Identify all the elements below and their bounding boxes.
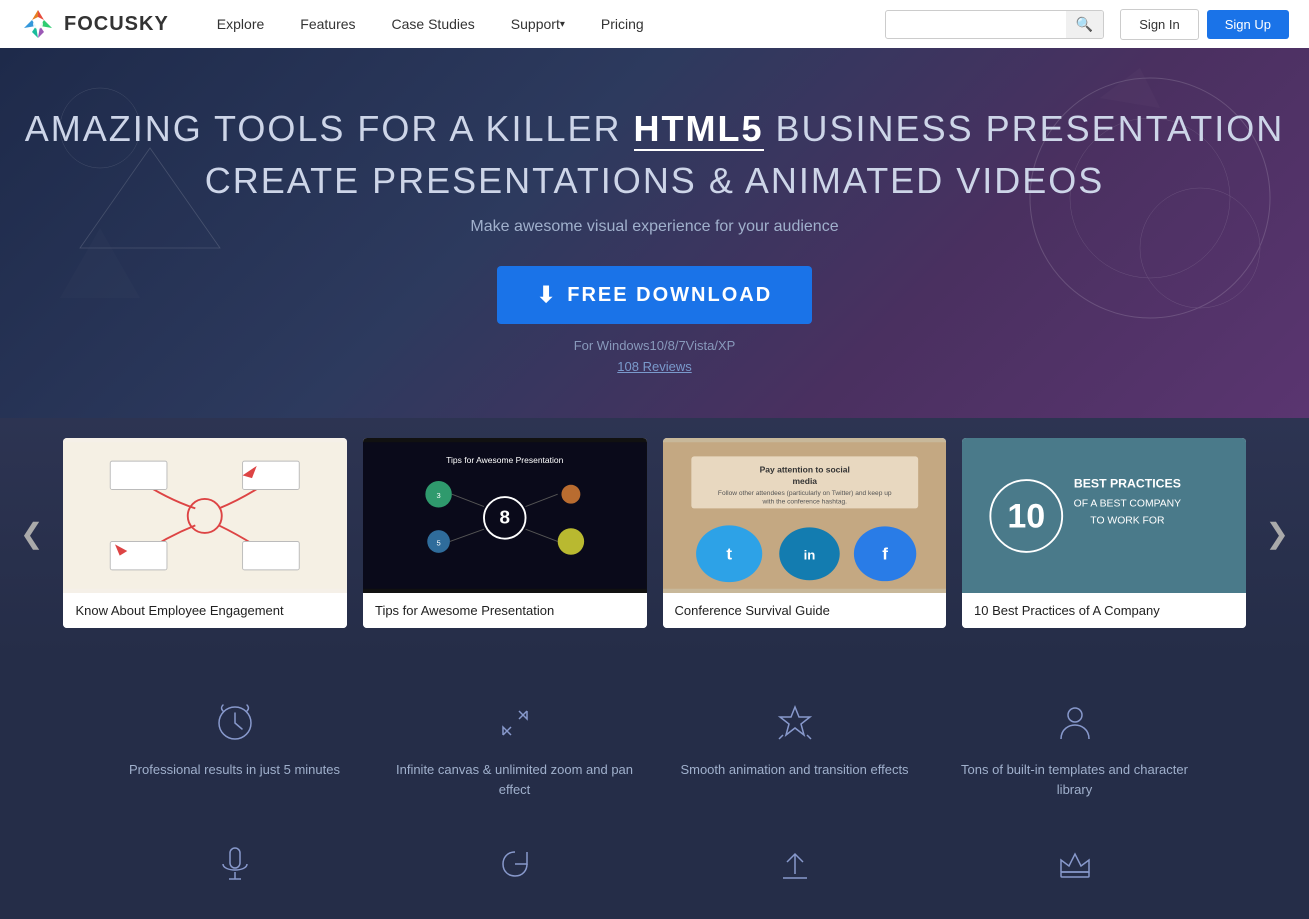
signin-button[interactable]: Sign In xyxy=(1120,9,1198,40)
mic-icon xyxy=(115,839,355,889)
navbar: FOCUSKY Explore Features Case Studies Su… xyxy=(0,0,1309,48)
nav-pricing[interactable]: Pricing xyxy=(583,0,662,48)
logo[interactable]: FOCUSKY xyxy=(20,6,169,42)
clock-icon xyxy=(115,698,355,748)
features-row2 xyxy=(105,829,1205,899)
nav-features[interactable]: Features xyxy=(282,0,373,48)
card-image: 10 BEST PRACTICES OF A BEST COMPANY TO W… xyxy=(962,438,1246,593)
star-icon xyxy=(675,698,915,748)
card-image: Tips for Awesome Presentation 8 3 5 xyxy=(363,438,647,593)
feature-item-crown xyxy=(945,829,1205,899)
carousel-card[interactable]: Know About Employee Engagement xyxy=(63,438,347,628)
card-title: 10 Best Practices of A Company xyxy=(962,593,1246,628)
carousel-card[interactable]: Pay attention to social media Follow oth… xyxy=(663,438,947,628)
feature-item: Tons of built-in templates and character… xyxy=(945,688,1205,809)
hero-description: Make awesome visual experience for your … xyxy=(20,218,1289,236)
hero-section: AMAZING TOOLS FOR A KILLER HTML5 BUSINES… xyxy=(0,48,1309,418)
svg-text:Pay attention to social: Pay attention to social xyxy=(759,465,849,475)
svg-text:BEST PRACTICES: BEST PRACTICES xyxy=(1074,477,1181,491)
reviews-link[interactable]: 108 Reviews xyxy=(20,359,1289,374)
carousel-prev[interactable]: ❮ xyxy=(0,517,63,550)
features-section: Professional results in just 5 minutes I… xyxy=(0,658,1309,919)
search-input[interactable] xyxy=(886,13,1066,36)
search-box: 🔍 xyxy=(885,10,1104,39)
feature-item: Professional results in just 5 minutes xyxy=(105,688,365,809)
refresh-icon xyxy=(395,839,635,889)
html5-text: HTML5 xyxy=(634,108,764,151)
logo-icon xyxy=(20,6,56,42)
carousel-wrapper: ❮ xyxy=(0,438,1309,628)
feature-item-upload xyxy=(665,829,925,899)
download-button[interactable]: ⬇ FREE DOWNLOAD xyxy=(497,266,812,324)
feature-item-refresh xyxy=(385,829,645,899)
upload-icon xyxy=(675,839,915,889)
card-preview: 10 BEST PRACTICES OF A BEST COMPANY TO W… xyxy=(962,438,1246,593)
carousel-card[interactable]: Tips for Awesome Presentation 8 3 5 xyxy=(363,438,647,628)
svg-text:OF A BEST COMPANY: OF A BEST COMPANY xyxy=(1074,499,1182,510)
hero-subheadline: CREATE PRESENTATIONS & ANIMATED VIDEOS xyxy=(20,160,1289,202)
signup-button[interactable]: Sign Up xyxy=(1207,10,1289,39)
card-preview xyxy=(63,438,347,593)
search-button[interactable]: 🔍 xyxy=(1066,11,1103,38)
download-label: FREE DOWNLOAD xyxy=(567,284,772,307)
crown-icon xyxy=(955,839,1195,889)
svg-text:3: 3 xyxy=(436,491,440,500)
feature-text: Tons of built-in templates and character… xyxy=(955,760,1195,799)
features-grid: Professional results in just 5 minutes I… xyxy=(105,688,1205,809)
feature-item: Infinite canvas & unlimited zoom and pan… xyxy=(385,688,645,809)
card-title: Know About Employee Engagement xyxy=(63,593,347,628)
svg-text:with the conference hashtag.: with the conference hashtag. xyxy=(761,499,847,506)
svg-text:Tips for Awesome Presentation: Tips for Awesome Presentation xyxy=(446,455,563,465)
svg-text:TO WORK FOR: TO WORK FOR xyxy=(1090,516,1165,527)
svg-text:8: 8 xyxy=(499,508,510,529)
svg-text:Follow other attendees (partic: Follow other attendees (particularly on … xyxy=(717,490,891,497)
nav-explore[interactable]: Explore xyxy=(199,0,282,48)
svg-text:10: 10 xyxy=(1007,497,1045,535)
download-icon: ⬇ xyxy=(537,282,557,308)
card-title: Tips for Awesome Presentation xyxy=(363,593,647,628)
svg-text:f: f xyxy=(882,544,888,563)
card-preview: Pay attention to social media Follow oth… xyxy=(663,438,947,593)
card-image: Pay attention to social media Follow oth… xyxy=(663,438,947,593)
feature-item-mic xyxy=(105,829,365,899)
feature-item: Smooth animation and transition effects xyxy=(665,688,925,809)
nav-menu: Explore Features Case Studies Support Pr… xyxy=(199,0,885,48)
carousel-next[interactable]: ❯ xyxy=(1246,517,1309,550)
hero-headline: AMAZING TOOLS FOR A KILLER HTML5 BUSINES… xyxy=(20,108,1289,150)
card-image xyxy=(63,438,347,593)
svg-text:5: 5 xyxy=(436,538,440,547)
svg-text:in: in xyxy=(803,547,815,562)
feature-text: Infinite canvas & unlimited zoom and pan… xyxy=(395,760,635,799)
card-title: Conference Survival Guide xyxy=(663,593,947,628)
nav-support[interactable]: Support xyxy=(493,0,583,48)
logo-text: FOCUSKY xyxy=(64,13,169,36)
carousel-items: Know About Employee Engagement Tips for … xyxy=(63,438,1245,628)
platform-text: For Windows10/8/7Vista/XP xyxy=(20,338,1289,353)
carousel-section: ❮ xyxy=(0,418,1309,658)
card-preview: Tips for Awesome Presentation 8 3 5 xyxy=(363,438,647,593)
expand-icon xyxy=(395,698,635,748)
person-icon xyxy=(955,698,1195,748)
svg-text:t: t xyxy=(726,544,732,563)
svg-text:media: media xyxy=(792,476,817,486)
carousel-card[interactable]: 10 BEST PRACTICES OF A BEST COMPANY TO W… xyxy=(962,438,1246,628)
nav-case-studies[interactable]: Case Studies xyxy=(374,0,493,48)
